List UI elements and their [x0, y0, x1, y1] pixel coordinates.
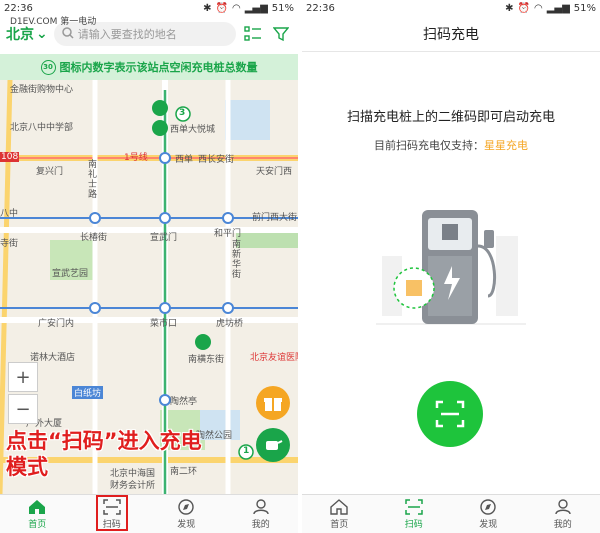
signal-icon: ▂▄▆ [546, 2, 570, 14]
bottom-tab-bar: 首页 扫码 发现 我的 [302, 494, 600, 533]
map-label: 北京八中中学部 [10, 123, 74, 133]
home-icon [330, 498, 348, 515]
map-label: 南礼士路 [88, 160, 98, 200]
status-time: 22:36 [4, 2, 33, 14]
filter-icon[interactable] [270, 23, 292, 45]
map-label: 复兴门 [36, 167, 64, 177]
bluetooth-icon: ✱ [505, 2, 514, 14]
tab-label: 发现 [479, 519, 498, 530]
scan-button[interactable] [417, 381, 483, 447]
page-title: 扫码充电 [302, 16, 600, 52]
map-label: 宣武门 [150, 233, 178, 243]
tab-scan[interactable]: 扫码 [377, 495, 452, 533]
map-label: 和平门 [214, 229, 242, 239]
battery-text: 51% [271, 2, 294, 14]
list-view-icon[interactable] [242, 23, 264, 45]
map-label: 长椿街 [80, 233, 108, 243]
banner-badge-icon: 30 [40, 59, 56, 75]
home-icon [29, 499, 46, 514]
scan-headline: 扫描充电桩上的二维码即可启动充电 [346, 110, 555, 125]
battery-text: 51% [573, 2, 596, 14]
charge-station-button[interactable] [256, 428, 290, 462]
alarm-icon: ⏰ [517, 2, 530, 14]
map-label: 宣武艺园 [52, 269, 89, 279]
map-label: 八中 [0, 209, 19, 219]
chevron-down-icon: ⌄ [36, 26, 48, 42]
status-icons: ✱ ⏰ ◠ ▂▄▆ 51% [505, 3, 596, 14]
status-time: 22:36 [306, 2, 335, 14]
map-label: 虎坊桥 [216, 319, 244, 329]
tab-label: 首页 [330, 519, 349, 530]
instruction-annotation: 点击“扫码”进入充电模式 [6, 429, 202, 479]
map-label: 金融街购物中心 [10, 85, 74, 95]
map-label: 天安门西 [256, 167, 293, 177]
map-label: 白纸坊 [72, 386, 104, 399]
gift-button[interactable] [256, 386, 290, 420]
tab-home[interactable]: 首页 [302, 495, 377, 533]
gift-icon [264, 398, 282, 411]
search-placeholder: 请输入要查找的地名 [77, 28, 177, 41]
city-selector[interactable]: 北京 ⌄ [6, 24, 48, 44]
user-icon [555, 498, 571, 514]
wifi-icon: ◠ [231, 2, 241, 14]
map-label: 108 [0, 152, 20, 162]
map-label: 南横东街 [188, 355, 225, 365]
zoom-out-button[interactable]: − [8, 394, 38, 424]
status-bar: 22:36 ✱ ⏰ ◠ ▂▄▆ 51% [302, 0, 600, 16]
wifi-icon: ◠ [533, 2, 543, 14]
bottom-tab-bar: 首页 扫码 发现 我的 [0, 494, 298, 533]
screenshot: 22:36 ✱ ⏰ ◠ ▂▄▆ 51% 北京 ⌄ 请输入要查找的地名 D1EV.… [0, 0, 600, 533]
tab-label: 我的 [251, 519, 270, 530]
scan-charge-screen: 22:36 ✱ ⏰ ◠ ▂▄▆ 51% 扫码充电 扫描充电桩上的二维码即可启动充… [302, 0, 600, 533]
charge-pin-count: 1 [243, 446, 250, 456]
compass-icon [178, 498, 194, 515]
map-label: 西长安街 [198, 155, 235, 165]
banner-text: 图标内数字表示该站点空闲充电桩总数量 [59, 61, 258, 74]
tab-label: 发现 [177, 519, 196, 530]
map-label: 西单 [175, 155, 194, 165]
tab-label: 首页 [28, 519, 47, 530]
charger-icon [266, 440, 283, 450]
bluetooth-icon: ✱ [203, 2, 212, 14]
user-icon [253, 498, 269, 514]
support-prefix: 目前扫码充电仅支持： [374, 139, 484, 152]
map-label: 南新华街 [232, 240, 242, 280]
watermark: D1EV.COM 第一电动 [10, 17, 97, 27]
tab-discover[interactable]: 发现 [149, 495, 224, 533]
search-icon [61, 26, 74, 42]
tab-home[interactable]: 首页 [0, 495, 75, 533]
scan-icon [405, 498, 423, 515]
map-label: 前门西大街 [252, 213, 298, 223]
tab-me[interactable]: 我的 [526, 495, 600, 533]
scan-icon [435, 400, 465, 428]
zoom-in-button[interactable]: + [8, 362, 38, 392]
support-text: 目前扫码充电仅支持：星星充电 [302, 137, 600, 153]
city-name: 北京 [6, 27, 34, 43]
map-screen: 22:36 ✱ ⏰ ◠ ▂▄▆ 51% 北京 ⌄ 请输入要查找的地名 D1EV.… [0, 0, 298, 533]
tip-banner: 30 图标内数字表示该站点空闲充电桩总数量 [0, 54, 298, 80]
charge-pin-count: 3 [179, 108, 186, 118]
signal-icon: ▂▄▆ [244, 2, 268, 14]
alarm-icon: ⏰ [215, 2, 228, 14]
tab-label: 我的 [553, 519, 572, 530]
support-brand: 星星充电 [484, 139, 528, 152]
scan-tab-highlight [96, 495, 128, 531]
tab-discover[interactable]: 发现 [451, 495, 526, 533]
compass-icon [480, 498, 496, 515]
map-label: 菜市口 [150, 319, 178, 329]
tab-me[interactable]: 我的 [224, 495, 299, 533]
map-label: 西单大悦城 [170, 125, 216, 135]
map-label: 寺街 [0, 239, 19, 249]
map-label: 陶然亭 [170, 397, 198, 407]
charger-illustration-icon [376, 210, 526, 325]
map-label: 广安门内 [38, 319, 75, 329]
map-label: 1号线 [124, 153, 148, 163]
tab-label: 扫码 [404, 519, 423, 530]
map-label: 北京友谊医院 [250, 353, 298, 363]
status-icons: ✱ ⏰ ◠ ▂▄▆ 51% [203, 3, 294, 14]
